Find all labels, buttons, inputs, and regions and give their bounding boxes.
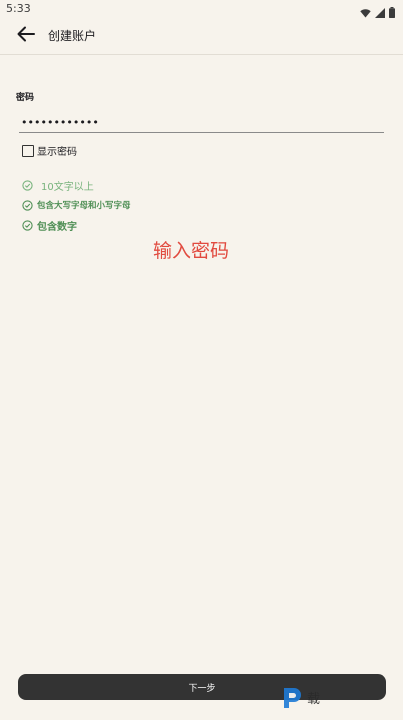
requirement-text: 包含数字: [37, 221, 77, 233]
watermark-logo-icon: [280, 684, 304, 710]
status-time: 5:33: [6, 2, 31, 15]
requirement-text: 10文字以上: [41, 181, 94, 193]
app-bar: 创建账户: [0, 18, 403, 55]
arrow-left-icon: [17, 26, 35, 46]
requirement-item: 10文字以上: [22, 175, 131, 195]
password-requirements: 10文字以上 包含大写字母和小写字母 包含数字: [22, 175, 131, 235]
requirement-text: 包含大写字母和小写字母: [37, 201, 131, 211]
watermark-text: 载: [307, 691, 329, 707]
requirement-item: 包含大写字母和小写字母: [22, 195, 131, 215]
show-password-label: 显示密码: [37, 147, 77, 158]
show-password-toggle[interactable]: 显示密码: [22, 143, 77, 158]
requirement-item: 包含数字: [22, 215, 131, 235]
show-password-checkbox[interactable]: [22, 144, 34, 157]
back-button[interactable]: [14, 24, 38, 48]
page-title: 创建账户: [48, 29, 97, 43]
watermark: 载: [280, 684, 328, 710]
password-label: 密码: [16, 93, 35, 103]
annotation-text: 输入密码: [153, 240, 230, 262]
password-input[interactable]: [19, 113, 384, 133]
next-button[interactable]: 下一步: [18, 674, 386, 700]
check-circle-icon: [22, 219, 33, 231]
check-circle-icon: [22, 199, 33, 211]
check-circle-icon: [22, 179, 33, 191]
status-bar: 5:33: [0, 0, 403, 18]
